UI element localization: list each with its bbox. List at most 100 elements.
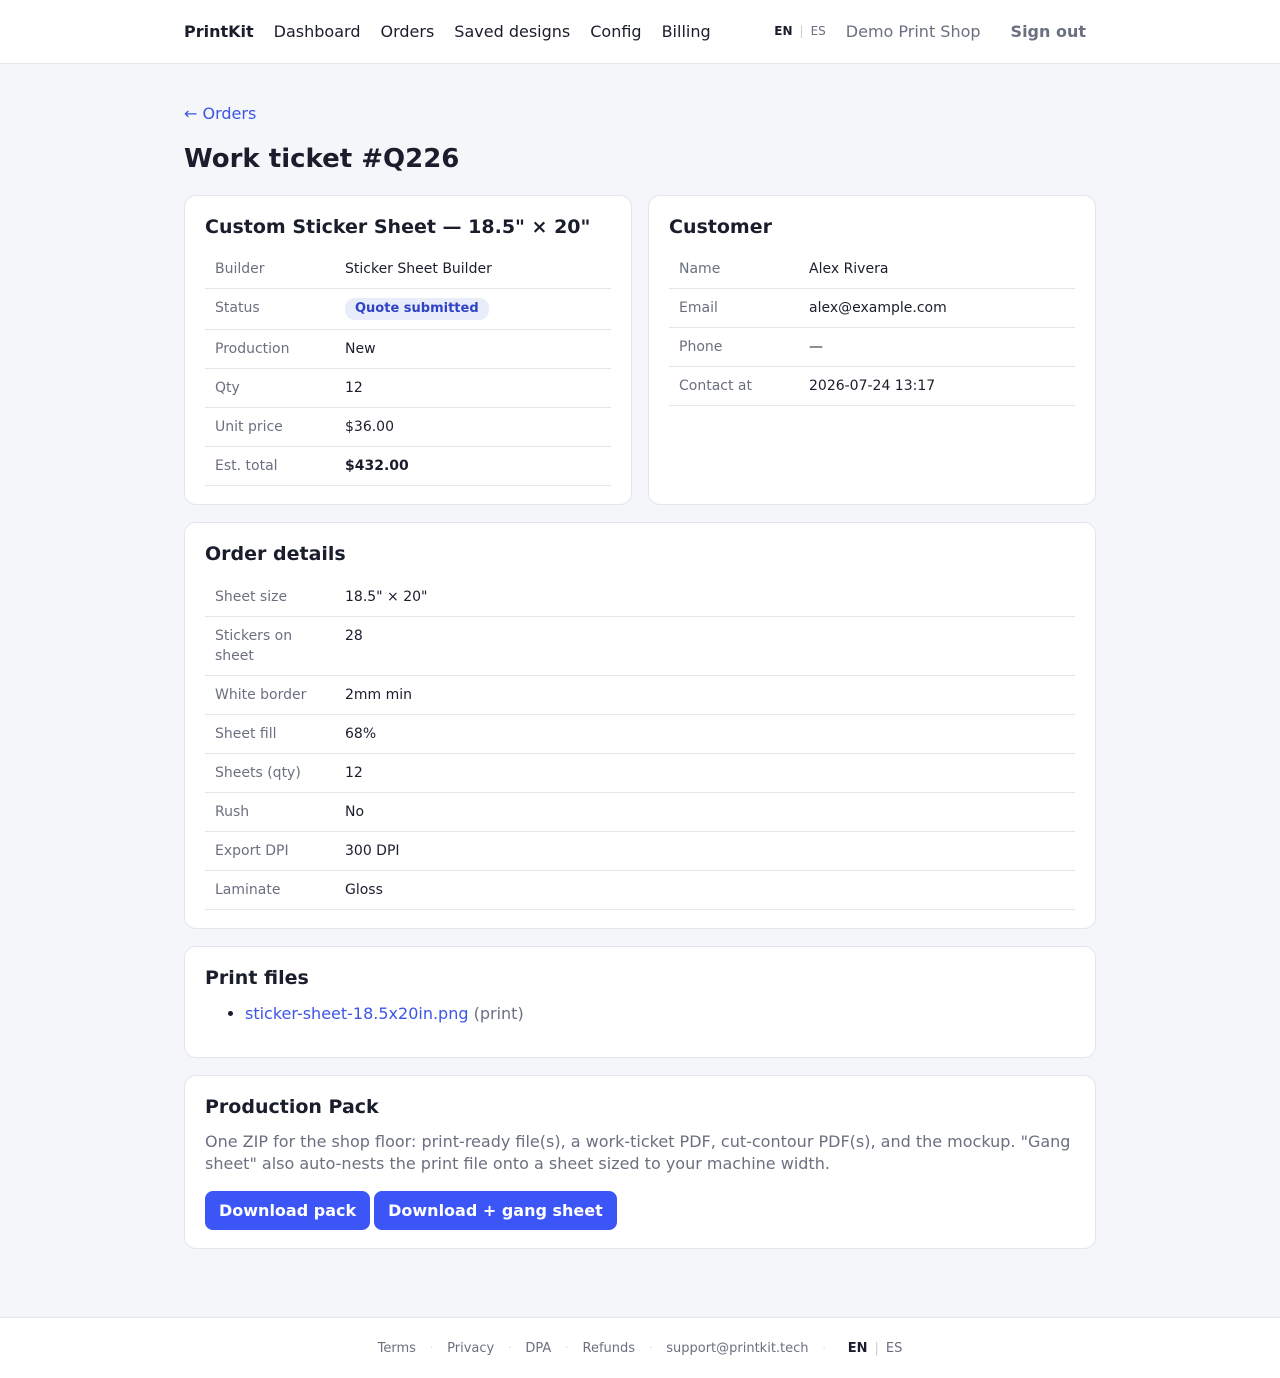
footer-separator: · bbox=[429, 1342, 434, 1354]
table-row: Contact at 2026-07-24 13:17 bbox=[669, 366, 1075, 407]
print-files-card: Print files sticker-sheet-18.5x20in.png … bbox=[184, 946, 1096, 1058]
nav-link-billing[interactable]: Billing bbox=[662, 22, 711, 41]
row-value: 28 bbox=[335, 616, 1075, 677]
language-switcher: EN | ES bbox=[774, 24, 826, 38]
lang-separator: | bbox=[799, 24, 804, 38]
row-label: Production bbox=[205, 329, 335, 370]
row-label: Builder bbox=[205, 250, 335, 290]
table-row: Status Quote submitted bbox=[205, 288, 611, 331]
row-value: Sticker Sheet Builder bbox=[335, 250, 611, 290]
row-label: White border bbox=[205, 675, 335, 716]
list-item: sticker-sheet-18.5x20in.png (print) bbox=[245, 1004, 1075, 1023]
row-label: Unit price bbox=[205, 407, 335, 448]
footer-language-switcher: EN | ES bbox=[848, 1341, 903, 1356]
row-value: Quote submitted bbox=[335, 288, 611, 331]
shop-name: Demo Print Shop bbox=[845, 21, 981, 41]
row-value: No bbox=[335, 792, 1075, 833]
lang-en[interactable]: EN bbox=[774, 24, 792, 38]
production-pack-actions: Download pack Download + gang sheet bbox=[205, 1190, 1075, 1230]
order-details-title: Order details bbox=[205, 543, 346, 566]
top-nav-inner: PrintKit Dashboard Orders Saved designs … bbox=[184, 0, 1096, 62]
footer-link-refunds[interactable]: Refunds bbox=[583, 1341, 636, 1356]
table-row: Production New bbox=[205, 329, 611, 370]
production-pack-card: Production Pack One ZIP for the shop flo… bbox=[184, 1074, 1096, 1249]
main-content: ← Orders Work ticket #Q226 Custom Sticke… bbox=[184, 64, 1096, 1249]
row-value: 12 bbox=[335, 753, 1075, 794]
footer-link-support-email[interactable]: support@printkit.tech bbox=[666, 1341, 808, 1356]
row-value: — bbox=[799, 327, 1075, 368]
footer-link-terms[interactable]: Terms bbox=[378, 1341, 416, 1356]
footer-lang-en[interactable]: EN bbox=[848, 1341, 868, 1356]
row-label: Email bbox=[669, 288, 799, 329]
row-label: Stickers on sheet bbox=[205, 616, 335, 677]
product-table: Builder Sticker Sheet Builder Status Quo… bbox=[205, 250, 611, 487]
back-to-orders-link[interactable]: ← Orders bbox=[184, 104, 256, 123]
customer-card-title: Customer bbox=[669, 215, 772, 238]
lang-es[interactable]: ES bbox=[811, 24, 826, 38]
order-details-card: Order details Sheet size 18.5" × 20" Sti… bbox=[184, 522, 1096, 930]
order-details-table: Sheet size 18.5" × 20" Stickers on sheet… bbox=[205, 578, 1075, 911]
row-value: New bbox=[335, 329, 611, 370]
download-pack-button[interactable]: Download pack bbox=[205, 1190, 371, 1230]
nav-link-saved-designs[interactable]: Saved designs bbox=[454, 22, 570, 41]
nav-link-config[interactable]: Config bbox=[590, 22, 641, 41]
footer-lang-es[interactable]: ES bbox=[886, 1341, 902, 1356]
row-value: 68% bbox=[335, 714, 1075, 755]
footer: Terms · Privacy · DPA · Refunds · suppor… bbox=[0, 1317, 1280, 1378]
table-row: Laminate Gloss bbox=[205, 870, 1075, 911]
footer-link-privacy[interactable]: Privacy bbox=[447, 1341, 494, 1356]
production-pack-title: Production Pack bbox=[205, 1095, 379, 1118]
production-pack-description: One ZIP for the shop floor: print-ready … bbox=[205, 1131, 1071, 1173]
customer-card: Customer Name Alex Rivera Email alex@exa… bbox=[648, 194, 1096, 506]
table-row: Email alex@example.com bbox=[669, 288, 1075, 329]
row-label: Phone bbox=[669, 327, 799, 368]
table-row: Builder Sticker Sheet Builder bbox=[205, 250, 611, 290]
row-label: Qty bbox=[205, 368, 335, 409]
row-value: Gloss bbox=[335, 870, 1075, 911]
main-nav: PrintKit Dashboard Orders Saved designs … bbox=[184, 22, 711, 41]
table-row: Export DPI 300 DPI bbox=[205, 831, 1075, 872]
print-file-kind: (print) bbox=[473, 1003, 524, 1023]
table-row: Stickers on sheet 28 bbox=[205, 616, 1075, 677]
row-label: Status bbox=[205, 288, 335, 331]
table-row: Unit price $36.00 bbox=[205, 407, 611, 448]
download-gang-sheet-button[interactable]: Download + gang sheet bbox=[374, 1190, 617, 1230]
row-value: $432.00 bbox=[335, 446, 611, 487]
row-label: Rush bbox=[205, 792, 335, 833]
top-nav: PrintKit Dashboard Orders Saved designs … bbox=[0, 0, 1280, 64]
table-row: Name Alex Rivera bbox=[669, 250, 1075, 290]
customer-table: Name Alex Rivera Email alex@example.com … bbox=[669, 250, 1075, 407]
row-label: Laminate bbox=[205, 870, 335, 911]
row-value: 2026-07-24 13:17 bbox=[799, 366, 1075, 407]
nav-link-orders[interactable]: Orders bbox=[380, 22, 434, 41]
product-card-title: Custom Sticker Sheet — 18.5" × 20" bbox=[205, 215, 591, 238]
row-value: 2mm min bbox=[335, 675, 1075, 716]
table-row: Phone — bbox=[669, 327, 1075, 368]
row-value: 300 DPI bbox=[335, 831, 1075, 872]
row-value: alex@example.com bbox=[799, 288, 1075, 329]
sign-out-link[interactable]: Sign out bbox=[1011, 22, 1086, 41]
row-value: $36.00 bbox=[335, 407, 611, 448]
table-row: Sheets (qty) 12 bbox=[205, 753, 1075, 794]
table-row: Est. total $432.00 bbox=[205, 446, 611, 487]
table-row: Sheet size 18.5" × 20" bbox=[205, 578, 1075, 618]
row-value: 12 bbox=[335, 368, 611, 409]
table-row: Qty 12 bbox=[205, 368, 611, 409]
nav-right: EN | ES Demo Print Shop Sign out bbox=[774, 22, 1096, 41]
status-badge: Quote submitted bbox=[345, 298, 489, 321]
footer-lang-separator: | bbox=[874, 1340, 879, 1356]
page-title: Work ticket #Q226 bbox=[184, 144, 460, 174]
footer-link-dpa[interactable]: DPA bbox=[525, 1341, 551, 1356]
nav-link-dashboard[interactable]: Dashboard bbox=[274, 22, 361, 41]
table-row: Rush No bbox=[205, 792, 1075, 833]
brand-logo[interactable]: PrintKit bbox=[184, 22, 254, 41]
summary-row: Custom Sticker Sheet — 18.5" × 20" Build… bbox=[184, 194, 1096, 506]
row-label: Name bbox=[669, 250, 799, 290]
row-label: Sheet size bbox=[205, 578, 335, 618]
print-file-link[interactable]: sticker-sheet-18.5x20in.png bbox=[245, 1004, 469, 1023]
row-label: Est. total bbox=[205, 446, 335, 487]
print-files-title: Print files bbox=[205, 967, 309, 990]
table-row: White border 2mm min bbox=[205, 675, 1075, 716]
footer-separator: · bbox=[508, 1342, 512, 1354]
row-value: Alex Rivera bbox=[799, 250, 1075, 290]
